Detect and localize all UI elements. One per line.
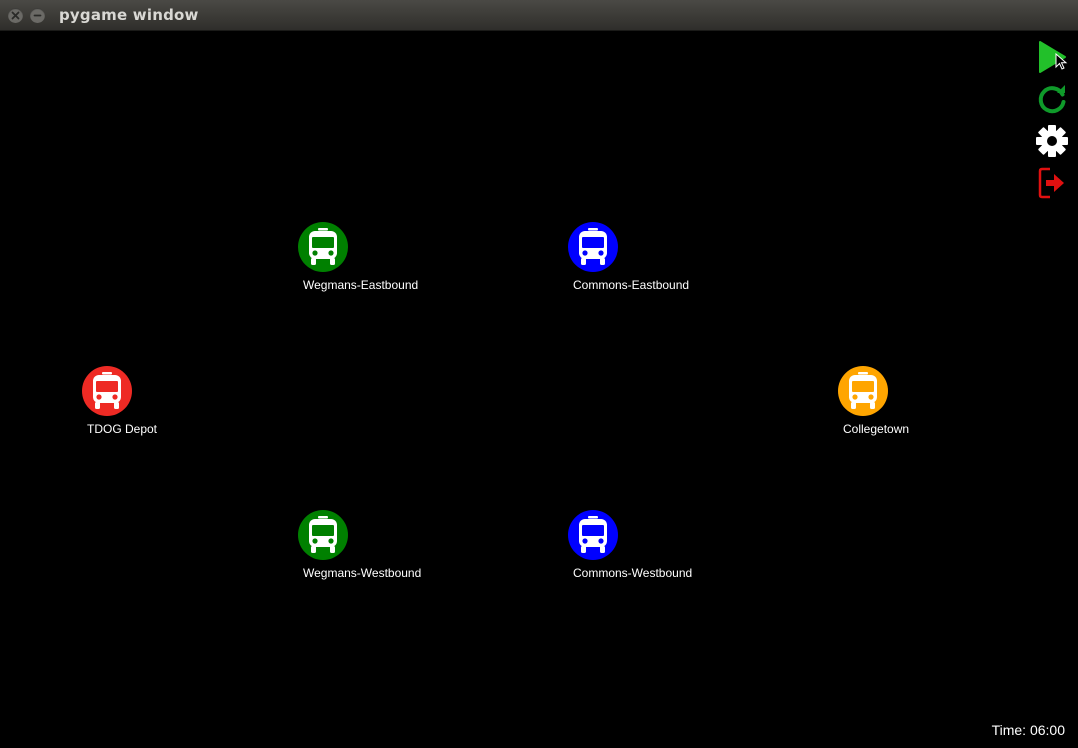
bus-stop-icon [298, 510, 348, 560]
time-readout: Time: 06:00 [991, 722, 1065, 738]
bus-stop-icon [82, 366, 132, 416]
bus-stop-icon [298, 222, 348, 272]
stop-label: Collegetown [843, 422, 910, 436]
bus-stop-icon [568, 222, 618, 272]
stop-label: Commons-Westbound [573, 566, 693, 580]
exit-icon [1038, 167, 1064, 199]
stop-label: Commons-Eastbound [573, 278, 690, 292]
restart-button[interactable] [1035, 82, 1069, 116]
stop-label: TDOG Depot [87, 422, 158, 436]
mouse-cursor-icon [1055, 53, 1068, 70]
bus-stop-icon [838, 366, 888, 416]
bus-stop-icon [568, 510, 618, 560]
title-bar: pygame window [0, 0, 1078, 31]
stop-label: Wegmans-Westbound [303, 566, 422, 580]
minimize-icon[interactable] [30, 8, 45, 23]
restart-icon [1038, 85, 1066, 114]
window-title: pygame window [59, 6, 199, 24]
stop-label: Wegmans-Eastbound [303, 278, 419, 292]
exit-button[interactable] [1035, 166, 1069, 200]
gear-icon [1036, 125, 1068, 157]
close-icon[interactable] [8, 8, 23, 23]
simulation-canvas: Wegmans-Eastbound Commons-Eastbound TDOG… [0, 31, 1078, 748]
settings-button[interactable] [1035, 124, 1069, 158]
